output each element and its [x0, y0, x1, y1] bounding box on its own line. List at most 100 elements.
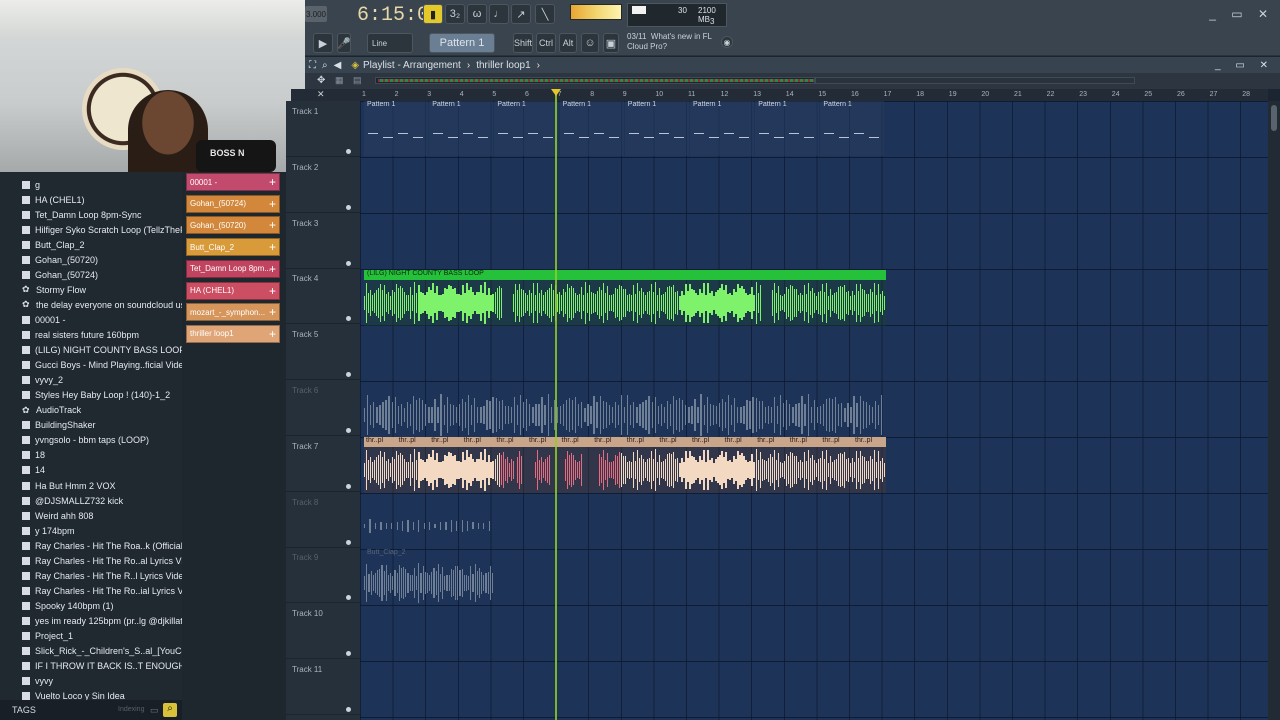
overview-scrollbar[interactable]: [375, 77, 815, 84]
browser-item[interactable]: Ray Charles - Hit The Ro..ial Lyrics Vid…: [22, 583, 182, 598]
close-x-icon[interactable]: ✕: [291, 89, 360, 101]
grid-icon[interactable]: ▦: [335, 75, 344, 86]
add-icon[interactable]: +: [269, 175, 276, 189]
muted-clip[interactable]: [364, 384, 884, 440]
track-header[interactable]: Track 4: [286, 268, 360, 325]
zoom-icon[interactable]: ▤: [353, 75, 362, 86]
track-header[interactable]: Track 3: [286, 213, 360, 269]
browser-item[interactable]: y 174bpm: [22, 523, 182, 538]
pattern-song-toggle[interactable]: ▮: [423, 4, 443, 24]
speaker-icon[interactable]: ◀: [334, 60, 342, 71]
channel-button[interactable]: Gohan_(50724) +: [186, 194, 280, 213]
track-header[interactable]: Track 1: [286, 101, 360, 157]
browser-item[interactable]: Gucci Boys - Mind Playing..ficial Video)…: [22, 358, 182, 373]
arrangement-arrow-icon[interactable]: ›: [537, 60, 540, 71]
pattern-clip[interactable]: Pattern 1: [429, 101, 494, 156]
browser-item[interactable]: Ray Charles - Hit The Ro..al Lyrics Vide…: [22, 553, 182, 568]
track-toggle-icon[interactable]: [346, 595, 351, 601]
window-controls[interactable]: _ ▭ ✕: [1209, 7, 1274, 21]
track-header[interactable]: Track 11: [286, 659, 360, 715]
channel-button[interactable]: thriller loop1 +: [186, 324, 280, 343]
browser-item[interactable]: Tet_Damn Loop 8pm-Sync: [22, 207, 182, 222]
track-toggle-icon[interactable]: [346, 204, 351, 210]
track-header[interactable]: Track 9: [286, 547, 360, 604]
play-button[interactable]: ▶: [313, 33, 333, 53]
pattern-clip[interactable]: Pattern 1: [690, 101, 754, 156]
pin-icon[interactable]: ⛶: [309, 60, 316, 71]
alt-button[interactable]: Alt: [559, 33, 577, 53]
tempo-display[interactable]: 3.000: [305, 6, 327, 22]
track-header[interactable]: Track 5: [286, 324, 360, 381]
pattern-clip[interactable]: Pattern 1: [820, 101, 885, 156]
browser-item[interactable]: Project_1: [22, 629, 182, 644]
track-toggle-icon[interactable]: [346, 651, 351, 657]
ctrl-button[interactable]: Ctrl: [536, 33, 556, 53]
add-icon[interactable]: +: [269, 284, 276, 298]
browser-item[interactable]: Weird ahh 808: [22, 508, 182, 523]
pattern-clip[interactable]: Pattern 1: [364, 101, 428, 156]
channel-button[interactable]: Tet_Damn Loop 8pm... +: [186, 259, 280, 278]
browser-item[interactable]: real sisters future 160bpm: [22, 328, 182, 343]
browser-item[interactable]: Butt_Clap_2: [22, 237, 182, 252]
track-header[interactable]: Track 2: [286, 157, 360, 213]
pattern-clip[interactable]: Pattern 1: [624, 101, 689, 156]
folder-icon[interactable]: ▭: [150, 705, 159, 716]
metronome-icon[interactable]: ♩: [489, 4, 509, 24]
browser-item[interactable]: Gohan_(50720): [22, 252, 182, 267]
track-header[interactable]: Track 7: [286, 436, 360, 492]
pattern-clip[interactable]: Pattern 1: [494, 101, 559, 156]
playhead[interactable]: [555, 89, 557, 720]
track-toggle-icon[interactable]: [346, 483, 351, 489]
add-icon[interactable]: +: [269, 305, 276, 319]
browser-item[interactable]: @DJSMALLZ732 kick: [22, 493, 182, 508]
browser-item[interactable]: Hilfiger Syko Scratch Loop (TellzTheProd…: [22, 222, 182, 237]
track-header[interactable]: Track 10: [286, 603, 360, 660]
timeline-ruler[interactable]: 1 2 3 4 5 6 7 8 9 10 11 12 13 14 15 16 17 18 19 20 21 22 23 24 2…: [360, 89, 1268, 101]
channel-button[interactable]: mozart_-_symphon... +: [186, 303, 280, 322]
browser-item[interactable]: g: [22, 177, 182, 192]
browser-item[interactable]: vyvy_2: [22, 373, 182, 388]
add-icon[interactable]: +: [269, 218, 276, 232]
pattern-clip[interactable]: Pattern 1: [755, 101, 820, 156]
loop-record-icon[interactable]: ↗: [511, 4, 531, 24]
browser-item[interactable]: BuildingShaker: [22, 418, 182, 433]
add-icon[interactable]: +: [269, 197, 276, 211]
shift-button[interactable]: Shift: [513, 33, 533, 53]
browser-item[interactable]: (LILG) NIGHT COUNTY BASS LOOP: [22, 343, 182, 358]
move-icon[interactable]: ✥: [317, 75, 325, 86]
scrollbar-thumb[interactable]: [1271, 105, 1277, 131]
browser-item[interactable]: ✿ AudioTrack: [22, 403, 182, 418]
playlist-grid[interactable]: Pattern 1 Pattern 1 Pattern 1 Pattern 1 Patt…: [360, 101, 1268, 720]
channel-button[interactable]: HA (CHEL1) +: [186, 281, 280, 300]
channel-button[interactable]: 00001 - +: [186, 173, 280, 191]
wait-button[interactable]: ω: [467, 4, 487, 24]
smile-icon[interactable]: ☺: [581, 33, 599, 53]
channel-button[interactable]: Butt_Clap_2 +: [186, 238, 280, 257]
muted-clip[interactable]: [364, 519, 494, 539]
track-toggle-icon[interactable]: [346, 428, 351, 433]
browser-item[interactable]: 14: [22, 463, 182, 478]
pattern-clip[interactable]: Pattern 1: [559, 101, 624, 156]
add-icon[interactable]: +: [269, 262, 276, 276]
butt-clap-clip[interactable]: Butt_Clap_2: [364, 549, 494, 605]
browser-item[interactable]: Ha But Hmm 2 VOX: [22, 478, 182, 493]
search-icon[interactable]: ⌕: [163, 703, 177, 717]
browser-item[interactable]: yvngsolo - bbm taps (LOOP): [22, 433, 182, 448]
news-panel[interactable]: 03/11 What's new in FL Cloud Pro?: [627, 32, 712, 52]
count-in-button[interactable]: 3₂: [445, 4, 465, 24]
browser-item[interactable]: ✿ Stormy Flow: [22, 282, 182, 297]
mic-icon[interactable]: 🎤: [337, 33, 351, 53]
browser-item[interactable]: Gohan_(50724): [22, 267, 182, 282]
browser-item[interactable]: HA (CHEL1): [22, 192, 182, 207]
track-toggle-icon[interactable]: [346, 149, 351, 154]
browser-item[interactable]: IF I THROW IT BACK IS..T ENOUGH_(Vocals)…: [22, 659, 182, 674]
tags-label[interactable]: TAGS: [12, 705, 36, 715]
browser-item[interactable]: Styles Hey Baby Loop ! (140)-1_2: [22, 388, 182, 403]
overview-track[interactable]: [815, 77, 1135, 84]
channel-button[interactable]: Gohan_(50720) +: [186, 216, 280, 235]
track-toggle-icon[interactable]: [346, 316, 351, 322]
playhead-marker-icon[interactable]: [551, 89, 561, 96]
bass-clip[interactable]: (LILG) NIGHT COUNTY BASS LOOP: [364, 270, 886, 326]
snap-select[interactable]: Line: [367, 33, 413, 53]
browser-item[interactable]: 18: [22, 448, 182, 463]
